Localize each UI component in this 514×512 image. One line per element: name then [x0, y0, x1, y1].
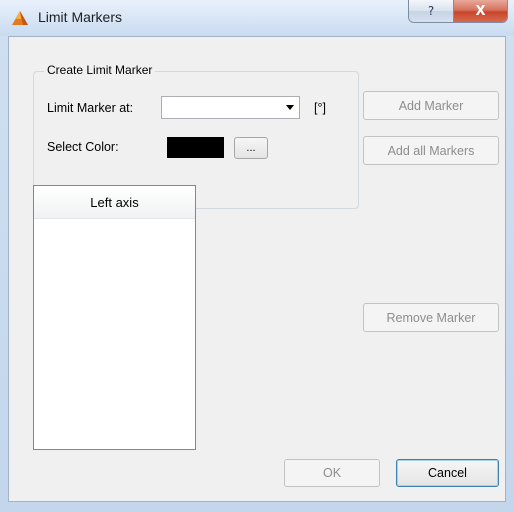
remove-marker-label: Remove Marker — [386, 310, 476, 325]
title-bar[interactable]: Limit Markers ? X — [0, 0, 514, 36]
help-icon: ? — [427, 4, 435, 18]
select-color-label: Select Color: — [47, 140, 119, 154]
dialog-window: Limit Markers ? X Create Limit Marker Li… — [0, 0, 514, 512]
cancel-button[interactable]: Cancel — [396, 459, 499, 487]
choose-color-button[interactable]: ... — [234, 137, 268, 159]
limit-marker-combo[interactable] — [161, 96, 300, 119]
ok-button[interactable]: OK — [284, 459, 380, 487]
close-button[interactable]: X — [454, 0, 507, 22]
window-title: Limit Markers — [38, 9, 123, 25]
matlab-logo-icon — [12, 11, 28, 25]
list-header-label: Left axis — [90, 194, 139, 210]
group-title: Create Limit Marker — [44, 63, 156, 77]
help-button[interactable]: ? — [409, 0, 454, 22]
title-buttons: ? X — [408, 0, 508, 23]
close-icon: X — [475, 3, 486, 19]
cancel-label: Cancel — [428, 466, 467, 480]
left-axis-list[interactable]: Left axis — [33, 185, 196, 450]
add-marker-button[interactable]: Add Marker — [363, 91, 499, 120]
remove-marker-button[interactable]: Remove Marker — [363, 303, 499, 332]
limit-marker-label: Limit Marker at: — [47, 101, 134, 115]
add-all-markers-label: Add all Markers — [387, 143, 475, 158]
add-marker-label: Add Marker — [398, 98, 464, 113]
ok-label: OK — [322, 466, 342, 480]
list-header-divider — [34, 218, 195, 219]
unit-label: [°] — [314, 101, 326, 115]
add-all-markers-button[interactable]: Add all Markers — [363, 136, 499, 165]
color-swatch — [167, 137, 224, 158]
ellipsis-label: ... — [246, 142, 256, 154]
chevron-down-icon[interactable] — [286, 105, 294, 110]
list-header[interactable]: Left axis — [34, 186, 195, 219]
